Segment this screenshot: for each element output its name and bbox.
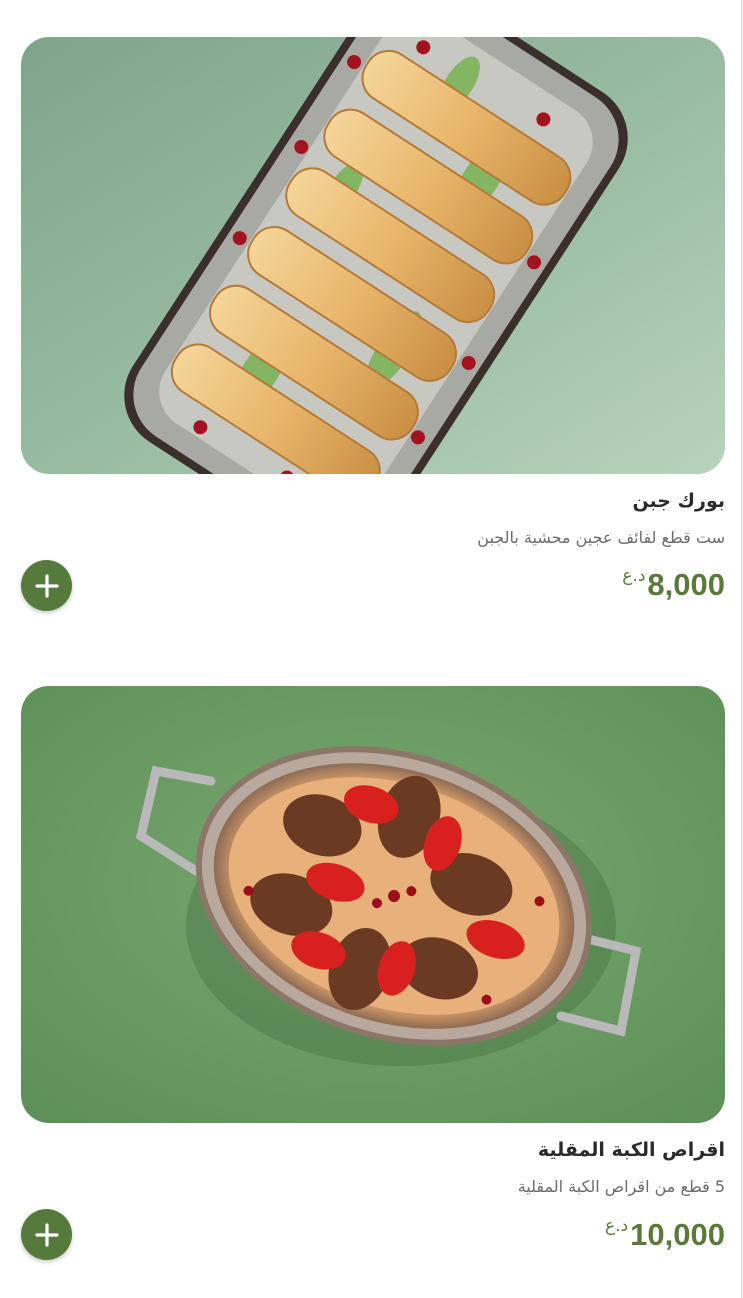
item-price: د.ع 8,000	[622, 566, 725, 602]
item-title: اقراص الكبة المقلية	[537, 1139, 725, 1161]
plus-icon	[34, 1222, 59, 1247]
item-title: بورك جبن	[632, 490, 725, 512]
price-amount: 8,000	[647, 567, 725, 602]
cheese-borek-photo-icon	[21, 37, 725, 474]
add-to-cart-button[interactable]	[21, 1209, 72, 1260]
item-description: 5 قطع من اقراص الكبة المقلية	[517, 1177, 725, 1196]
add-to-cart-button[interactable]	[21, 560, 72, 611]
currency-label: د.ع	[622, 566, 646, 586]
menu-item-card[interactable]: بورك جبن ست قطع لفائف عجين محشية بالجبن …	[0, 0, 743, 640]
fried-kibbeh-photo-icon	[21, 686, 725, 1123]
price-amount: 10,000	[630, 1217, 725, 1252]
item-photo[interactable]	[21, 686, 725, 1123]
item-photo[interactable]	[21, 37, 725, 474]
item-price: د.ع 10,000	[605, 1216, 725, 1252]
currency-label: د.ع	[605, 1216, 629, 1236]
item-description: ست قطع لفائف عجين محشية بالجبن	[477, 528, 725, 547]
plus-icon	[34, 573, 59, 598]
menu-item-card[interactable]: اقراص الكبة المقلية 5 قطع من اقراص الكبة…	[0, 640, 743, 1298]
